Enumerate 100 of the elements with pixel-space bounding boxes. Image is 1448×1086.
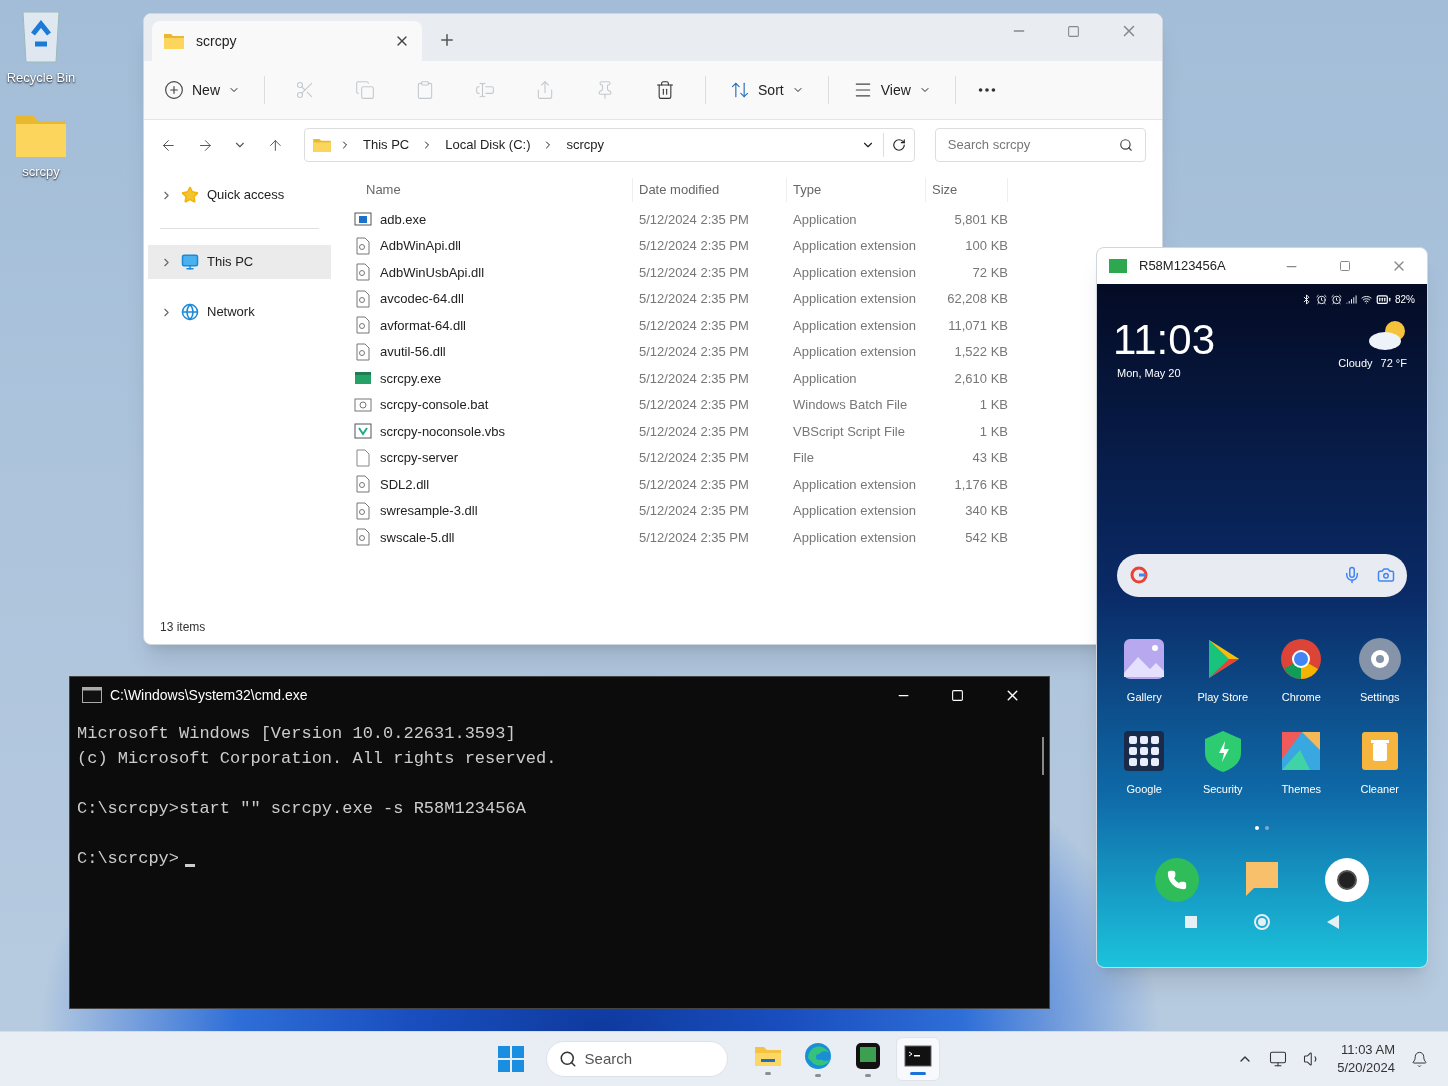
terminal-icon xyxy=(903,1043,932,1068)
nav-item[interactable]: Quick access xyxy=(148,178,331,212)
column-header[interactable]: Date modified xyxy=(633,178,787,202)
recents-icon[interactable] xyxy=(1185,915,1198,928)
microphone-icon[interactable] xyxy=(1343,566,1361,584)
table-cell-text: 5/12/2024 2:35 PM xyxy=(638,369,750,388)
browser-icon xyxy=(803,1041,832,1070)
console-line: (c) Microsoft Corporation. All rights reserved. xyxy=(77,748,557,770)
window-title: C:\Windows\System32\cmd.exe xyxy=(110,685,309,705)
tab-title: scrcpy xyxy=(196,31,238,51)
table-cell-text: Windows Batch File xyxy=(792,396,909,414)
table-cell-text: 5/12/2024 2:35 PM xyxy=(638,210,750,229)
file-name[interactable]: scrcpy.exe xyxy=(380,368,442,388)
chrome-app-icon[interactable] xyxy=(1279,636,1324,681)
search-field[interactable]: Search xyxy=(545,1041,728,1077)
column-header[interactable]: Name xyxy=(351,178,633,202)
notifications-icon[interactable] xyxy=(1411,1050,1428,1068)
clock-date[interactable]: 5/20/2024 xyxy=(1337,1059,1395,1077)
nav-label: This PC xyxy=(207,253,254,272)
file-name[interactable]: adb.exe xyxy=(380,209,427,229)
lens-icon[interactable] xyxy=(1377,566,1395,584)
nav-item[interactable]: Network xyxy=(148,295,331,329)
nav-label: Network xyxy=(207,303,255,322)
table-cell-text: 5/12/2024 2:35 PM xyxy=(638,475,750,494)
view-button[interactable]: View xyxy=(840,79,943,101)
file-name[interactable]: scrcpy-noconsole.vbs xyxy=(380,421,505,441)
breadcrumb-item[interactable]: Local Disk (C:) xyxy=(441,135,535,155)
file-icon xyxy=(354,395,372,414)
file-name[interactable]: avcodec-64.dll xyxy=(380,289,464,309)
table-cell-text: Application xyxy=(792,369,858,388)
table-cell-text: 5/12/2024 2:35 PM xyxy=(638,343,750,361)
table-cell-text: 5/12/2024 2:35 PM xyxy=(638,237,750,255)
table-cell-text: File xyxy=(792,449,815,467)
address-bar[interactable]: This PC Local Disk (C:) scrcpy xyxy=(304,128,915,162)
refresh-icon[interactable] xyxy=(891,138,906,152)
file-name[interactable]: avformat-64.dll xyxy=(380,315,466,335)
item-count: 13 items xyxy=(159,619,207,636)
file-icon xyxy=(354,289,372,308)
file-icon xyxy=(354,422,372,441)
text-cursor xyxy=(185,864,196,867)
table-cell-text: 72 KB xyxy=(971,263,1008,282)
table-cell-text: Application extension xyxy=(792,502,917,520)
search-placeholder: Search scrcpy xyxy=(947,136,1032,155)
new-tab-icon[interactable] xyxy=(438,31,456,49)
table-cell-text: VBScript Script File xyxy=(792,422,906,441)
file-icon xyxy=(354,316,372,335)
app-label[interactable]: Play Store xyxy=(1197,688,1249,705)
search-field[interactable]: Search scrcpy xyxy=(934,128,1146,162)
share-icon xyxy=(535,80,555,100)
bluetooth-icon xyxy=(1301,294,1312,305)
nav-item[interactable]: This PC xyxy=(148,245,331,279)
app-label[interactable]: Chrome xyxy=(1281,688,1321,705)
table-cell-text: 62,208 KB xyxy=(946,290,1008,308)
new-button[interactable]: New xyxy=(164,79,252,101)
cloudy-weather-icon xyxy=(1367,319,1407,351)
app-label[interactable]: Themes xyxy=(1281,781,1322,798)
table-cell-text: 11,071 KB xyxy=(947,316,1008,335)
recycle-bin-icon[interactable] xyxy=(19,8,63,64)
file-name[interactable]: swresample-3.dll xyxy=(380,501,478,521)
app-label[interactable]: Settings xyxy=(1359,688,1400,705)
file-icon xyxy=(354,475,372,494)
weather-condition: Cloudy xyxy=(1338,356,1373,371)
file-icon xyxy=(354,448,372,467)
file-name[interactable]: swscale-5.dll xyxy=(380,527,455,547)
file-name[interactable]: scrcpy-server xyxy=(380,448,458,468)
file-name[interactable]: scrcpy-console.bat xyxy=(380,395,489,415)
table-cell-text: 5/12/2024 2:35 PM xyxy=(638,449,750,467)
table-cell-text: Application extension xyxy=(792,528,917,547)
sort-button[interactable]: Sort xyxy=(718,79,816,101)
table-cell-text: Application extension xyxy=(792,290,917,308)
delete-icon xyxy=(655,80,675,100)
column-header[interactable]: Type xyxy=(787,178,926,202)
settings-app-icon[interactable] xyxy=(1357,636,1402,681)
app-label[interactable]: Gallery xyxy=(1126,688,1162,705)
app-label[interactable]: Security xyxy=(1202,781,1243,798)
copy-icon xyxy=(355,80,375,100)
table-cell-text: Application extension xyxy=(792,263,917,282)
breadcrumb-item[interactable]: This PC xyxy=(359,135,414,155)
google-search-bar[interactable] xyxy=(1117,553,1407,597)
table-cell-text: 2,610 KB xyxy=(953,369,1008,388)
nav-label: Quick access xyxy=(207,186,285,205)
clock-time[interactable]: 11:03 AM xyxy=(1341,1041,1395,1059)
network-icon[interactable] xyxy=(1269,1050,1288,1068)
file-name[interactable]: AdbWinApi.dll xyxy=(380,236,461,256)
scrollbar-thumb[interactable] xyxy=(1042,737,1044,775)
gallery-app-icon[interactable] xyxy=(1122,636,1167,681)
terminal-taskbar-button[interactable] xyxy=(895,1037,940,1081)
file-name[interactable]: SDL2.dll xyxy=(380,474,430,494)
file-name[interactable]: AdbWinUsbApi.dll xyxy=(380,262,485,282)
breadcrumb-item[interactable]: scrcpy xyxy=(562,135,609,155)
explorer-tab[interactable]: scrcpy xyxy=(152,21,422,61)
home-icon[interactable] xyxy=(1254,913,1270,930)
app-label[interactable]: Cleaner xyxy=(1360,781,1399,798)
app-label[interactable]: Google xyxy=(1126,781,1162,798)
column-header[interactable]: Size xyxy=(926,178,1008,202)
start-icon[interactable] xyxy=(497,1046,524,1072)
clock-time: 11:03 xyxy=(1113,319,1215,361)
globe-icon xyxy=(181,303,199,321)
table-cell-text: 5,801 KB xyxy=(953,210,1008,229)
file-name[interactable]: avutil-56.dll xyxy=(380,342,446,362)
